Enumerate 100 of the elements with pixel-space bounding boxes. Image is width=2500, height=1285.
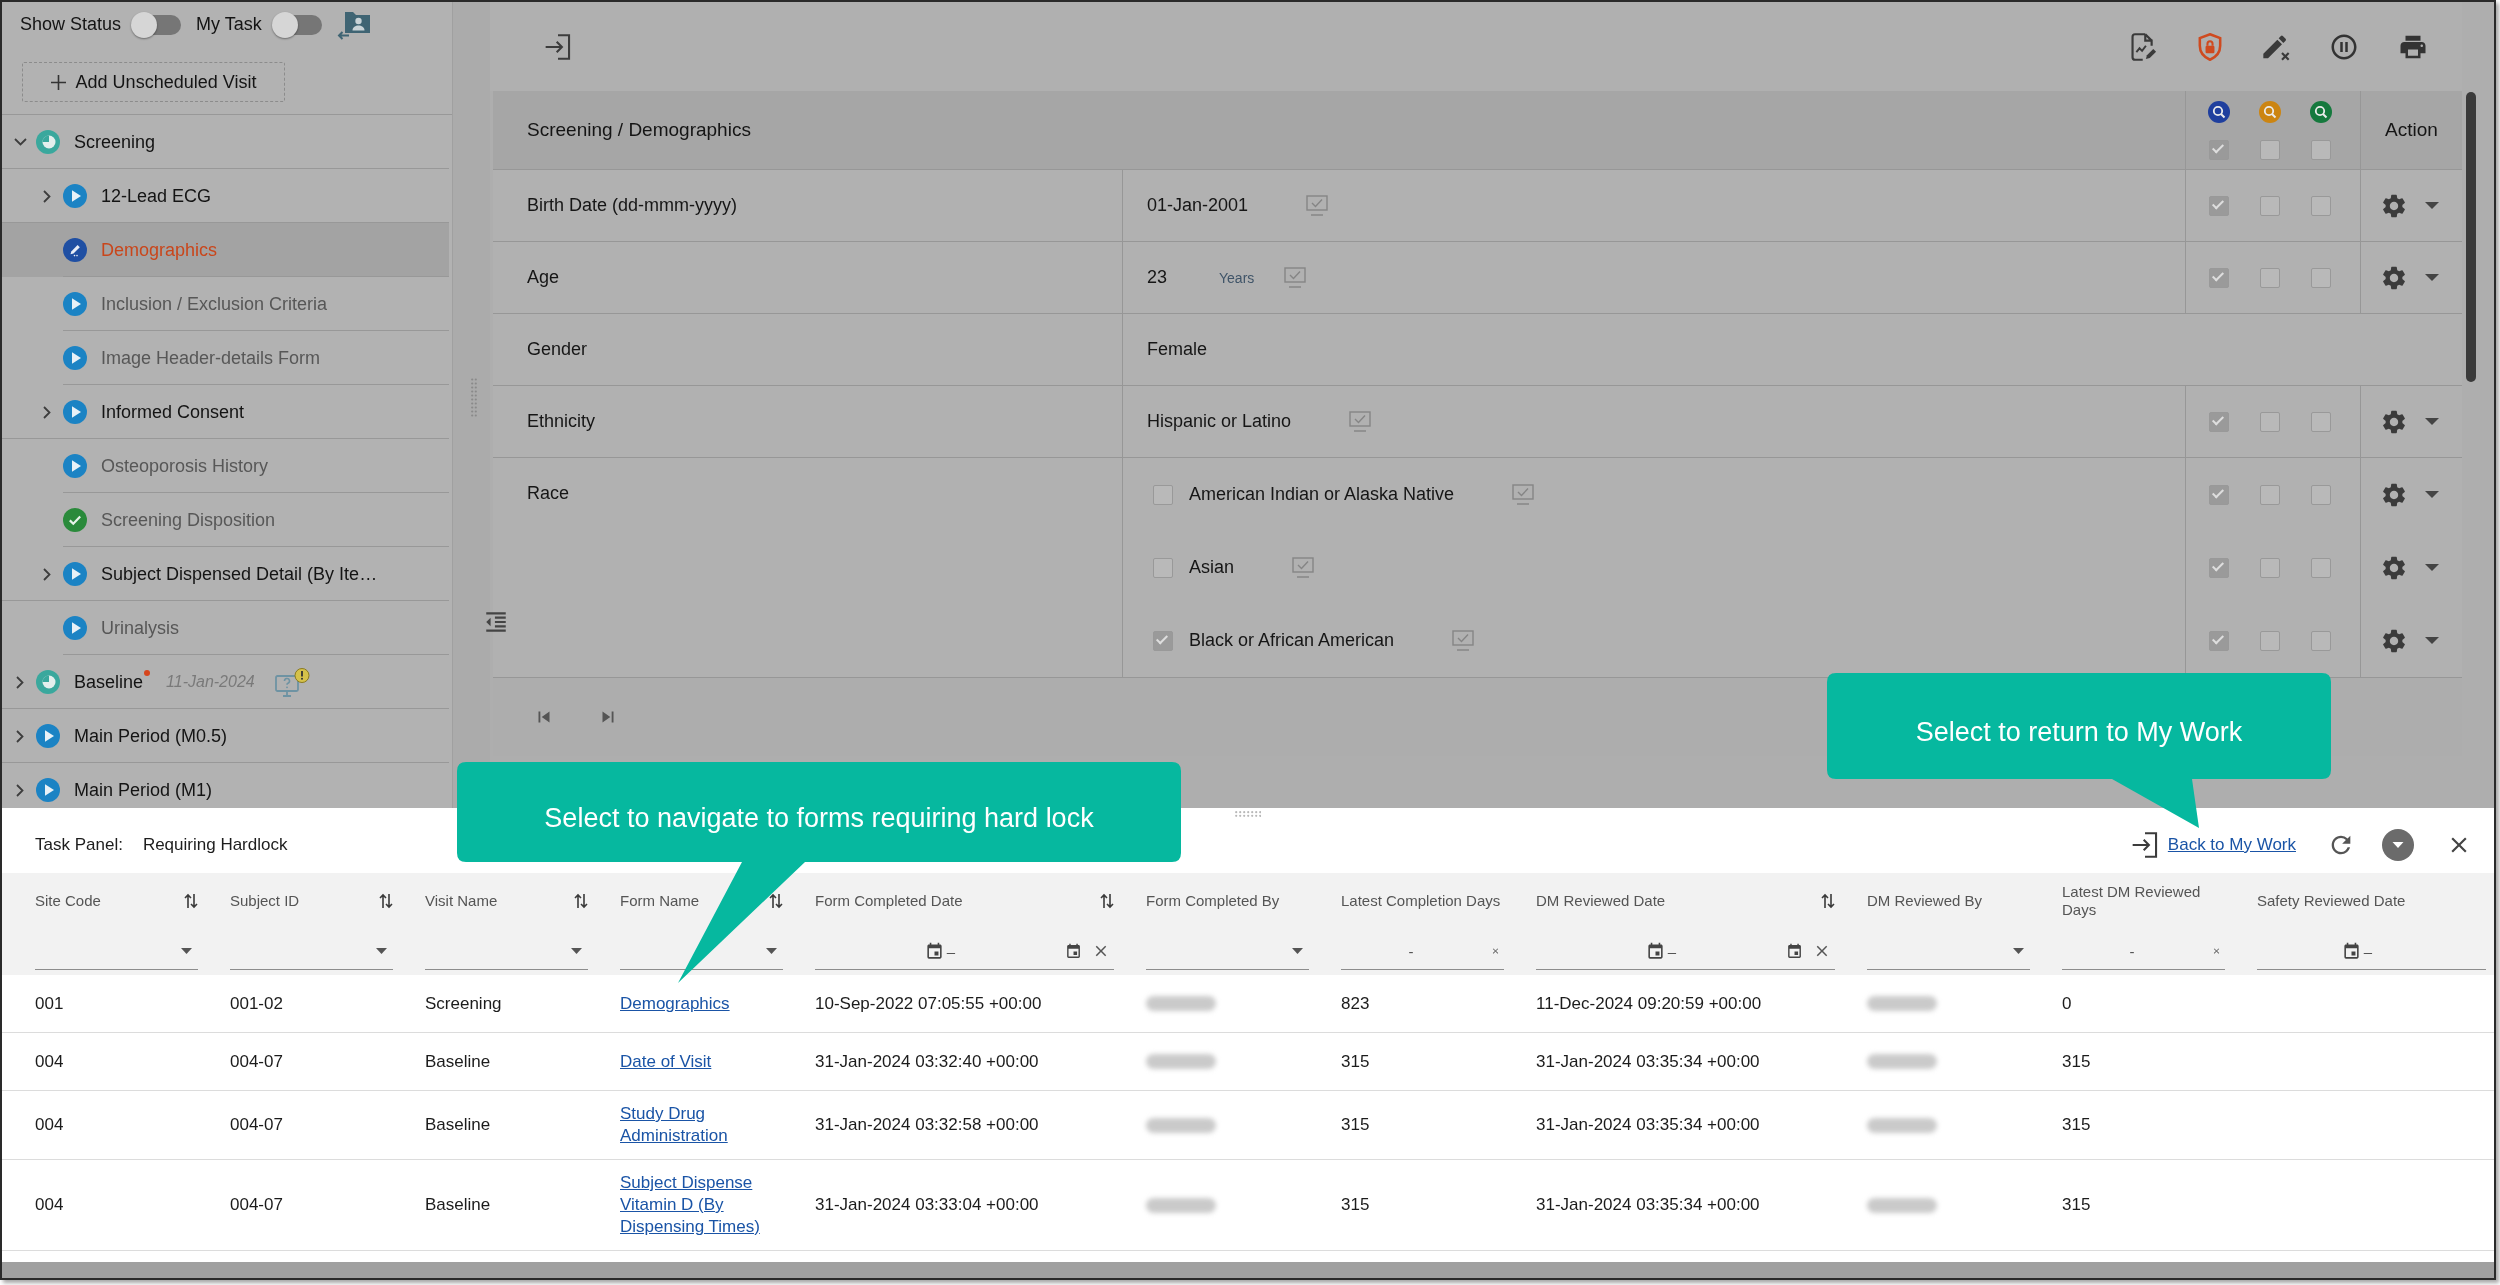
number-range-field[interactable]: - — [2062, 933, 2225, 970]
option-checkbox[interactable] — [1153, 630, 1173, 651]
review-checkbox[interactable] — [2209, 411, 2229, 432]
sort-icon[interactable] — [184, 892, 198, 909]
review-checkbox[interactable] — [2311, 139, 2331, 160]
caret-down-icon[interactable] — [2425, 202, 2439, 209]
field-value: Female — [1147, 339, 1208, 360]
add-visit-button[interactable]: Add Unscheduled Visit — [22, 62, 285, 102]
sort-icon[interactable] — [1100, 892, 1114, 909]
review-checkbox[interactable] — [2311, 195, 2331, 216]
sort-icon[interactable] — [574, 892, 588, 909]
caret-down-icon[interactable] — [2425, 564, 2439, 571]
date-field[interactable]: – — [2257, 933, 2486, 970]
review-checkbox[interactable] — [2209, 267, 2229, 288]
form-link[interactable]: Demographics — [620, 992, 730, 1015]
monitor-check-icon[interactable] — [1349, 411, 1372, 432]
review-checkbox[interactable] — [2311, 411, 2331, 432]
chevron-right-icon[interactable] — [16, 675, 24, 689]
review-checkbox[interactable] — [2209, 557, 2229, 578]
review-checkbox[interactable] — [2260, 195, 2280, 216]
calendar-icon[interactable] — [1065, 941, 1083, 961]
caret-down-icon[interactable] — [766, 948, 777, 954]
outdent-icon[interactable] — [483, 609, 509, 635]
table-cell-text: 31-Jan-2024 03:32:58 +00:00 — [815, 1114, 1040, 1136]
caret-down-icon[interactable] — [2425, 491, 2439, 498]
drag-handle-icon[interactable] — [1235, 811, 1261, 817]
caret-down-icon[interactable] — [181, 948, 192, 954]
table-cell-text: 315 — [2062, 1114, 2092, 1136]
folder-user-icon[interactable] — [336, 9, 371, 40]
table-cell-text: 315 — [1341, 1194, 1371, 1216]
monitor-check-icon[interactable] — [1306, 195, 1329, 216]
chevron-down-icon[interactable] — [13, 138, 27, 146]
tree-item-label: Osteoporosis History — [101, 455, 269, 477]
tree-item-label: Main Period (M0.5) — [74, 725, 228, 747]
review-checkbox[interactable] — [2260, 630, 2280, 651]
option-checkbox[interactable] — [1153, 484, 1173, 505]
calendar-icon[interactable] — [1645, 941, 1665, 961]
scrollbar-thumb[interactable] — [2466, 92, 2476, 382]
table-cell-text: 31-Jan-2024 03:35:34 +00:00 — [1536, 1194, 1761, 1216]
table-cell-text: 004 — [35, 1194, 65, 1216]
drag-handle-icon[interactable] — [471, 378, 477, 418]
option-label: Asian — [1189, 557, 1235, 578]
monitor-check-icon[interactable] — [1452, 630, 1475, 651]
review-checkbox[interactable] — [2209, 630, 2229, 651]
caret-down-icon[interactable] — [571, 948, 582, 954]
toggle-switch[interactable] — [131, 11, 182, 38]
monitor-check-icon[interactable] — [1512, 484, 1535, 505]
callout-text: Select to return to My Work — [1915, 716, 2243, 748]
monitor-check-icon[interactable] — [1284, 267, 1307, 288]
blurred-text — [1867, 1054, 1937, 1069]
form-link[interactable]: Subject Dispense Vitamin D (By Dispensing Times) — [620, 1172, 783, 1238]
sort-icon[interactable] — [1821, 892, 1835, 909]
chevron-right-icon[interactable] — [16, 729, 24, 743]
blurred-text — [1867, 1117, 1937, 1133]
review-checkbox[interactable] — [2260, 267, 2280, 288]
sort-icon[interactable] — [379, 892, 393, 909]
form-link[interactable]: Study Drug Administration — [620, 1103, 783, 1147]
table-cell-text: 315 — [2062, 1050, 2092, 1073]
enter-icon[interactable] — [545, 33, 571, 60]
number-range-field[interactable]: - — [1341, 933, 1504, 970]
chevron-right-icon[interactable] — [43, 189, 51, 203]
review-checkbox[interactable] — [2311, 630, 2331, 651]
calendar-icon[interactable] — [2341, 941, 2361, 961]
review-checkbox[interactable] — [2311, 484, 2331, 505]
option-checkbox[interactable] — [1153, 557, 1173, 578]
review-checkbox[interactable] — [2311, 557, 2331, 578]
review-checkbox[interactable] — [2209, 484, 2229, 505]
form-link[interactable]: Date of Visit — [620, 1050, 712, 1073]
table-cell-text: Baseline — [425, 1114, 492, 1136]
caret-down-icon[interactable] — [2425, 274, 2439, 281]
caret-down-icon[interactable] — [2013, 948, 2024, 954]
back-link[interactable]: Back to My Work — [2167, 834, 2296, 855]
sort-icon[interactable] — [769, 892, 783, 909]
chevron-right-icon[interactable] — [43, 405, 51, 419]
blurred-text — [1146, 1054, 1216, 1069]
caret-down-icon[interactable] — [1292, 948, 1303, 954]
document-pen-icon[interactable] — [2130, 32, 2158, 61]
column-header: Latest Completion Days — [1341, 891, 1501, 910]
tree-item-label: Image Header-details Form — [101, 347, 321, 369]
review-checkbox[interactable] — [2260, 139, 2280, 160]
play-icon — [63, 400, 87, 424]
caret-down-icon[interactable] — [2425, 637, 2439, 644]
review-checkbox[interactable] — [2260, 484, 2280, 505]
review-checkbox[interactable] — [2260, 557, 2280, 578]
review-checkbox[interactable] — [2209, 139, 2229, 160]
chevron-right-icon[interactable] — [43, 567, 51, 581]
review-checkbox[interactable] — [2209, 195, 2229, 216]
calendar-icon[interactable] — [924, 941, 944, 961]
circle-caret-icon[interactable] — [2382, 828, 2414, 861]
calendar-icon[interactable] — [1786, 941, 1804, 961]
review-checkbox[interactable] — [2311, 267, 2331, 288]
caret-down-icon[interactable] — [2425, 418, 2439, 425]
review-checkbox[interactable] — [2260, 411, 2280, 432]
chevron-right-icon[interactable] — [16, 783, 24, 797]
monitor-check-icon[interactable] — [1292, 557, 1315, 578]
date-range-field[interactable]: – — [1536, 933, 1835, 970]
caret-down-icon[interactable] — [376, 948, 387, 954]
enter-icon[interactable] — [2131, 831, 2158, 858]
date-range-field[interactable]: – — [815, 933, 1114, 970]
toggle-switch[interactable] — [271, 11, 322, 38]
